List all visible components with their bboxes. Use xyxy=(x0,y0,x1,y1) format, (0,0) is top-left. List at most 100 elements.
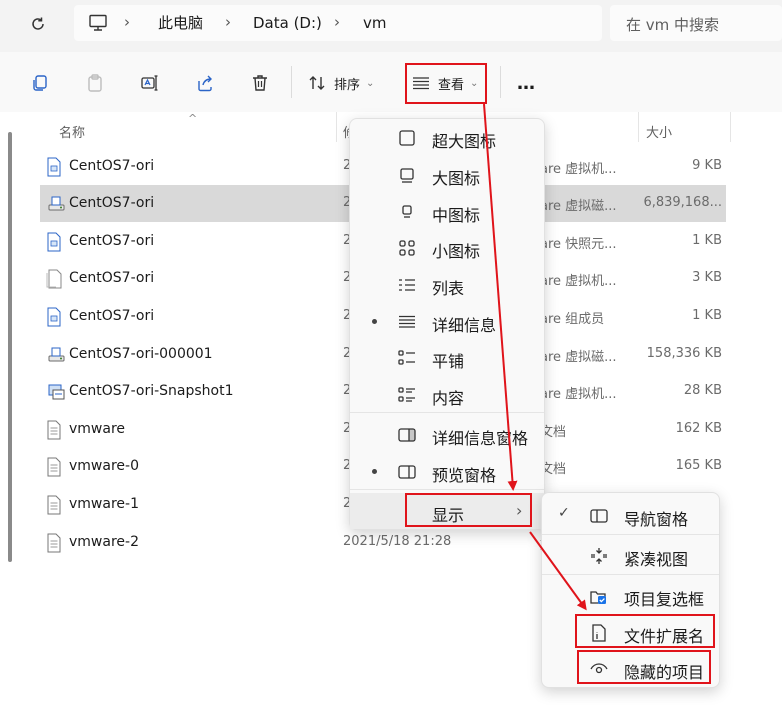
menu-item-label: 小图标 xyxy=(432,242,481,261)
selected-bullet-icon xyxy=(372,319,377,324)
file-name: CentOS7-ori xyxy=(69,158,155,174)
breadcrumb-data-drive[interactable]: Data (D:) xyxy=(253,14,322,32)
vmx-file-icon xyxy=(46,157,62,177)
view-menu-item-extra-large-icons[interactable]: 超大图标 xyxy=(350,119,544,155)
address-bar[interactable]: › 此电脑 › Data (D:) › vm xyxy=(74,5,602,41)
file-size: 1 KB xyxy=(692,233,722,248)
text-file-icon xyxy=(46,420,62,440)
view-menu-item-content[interactable]: 内容 xyxy=(350,376,544,412)
list-icon xyxy=(398,276,416,294)
selected-bullet-icon xyxy=(372,469,377,474)
sort-label: 排序 xyxy=(334,77,361,93)
rename-icon[interactable] xyxy=(139,72,161,94)
command-bar: 排序 ⌄ 查看 ⌄ … xyxy=(0,52,782,112)
file-type: are 虚拟机... xyxy=(540,162,617,177)
view-menu-item-large-icons[interactable]: 大图标 xyxy=(350,156,544,192)
vmdk-disk-icon xyxy=(46,345,65,364)
this-pc-icon[interactable] xyxy=(88,14,108,32)
file-size: 9 KB xyxy=(692,158,722,173)
file-name: CentOS7-ori xyxy=(69,195,155,211)
file-name: CentOS7-ori xyxy=(69,233,155,249)
vmteam-file-icon xyxy=(46,307,62,327)
copy-icon[interactable] xyxy=(29,72,51,94)
menu-separator xyxy=(542,534,719,535)
annotation-box-show xyxy=(405,493,532,527)
menu-item-label: 项目复选框 xyxy=(624,590,705,609)
delete-icon[interactable] xyxy=(249,72,271,94)
details-icon xyxy=(398,313,416,331)
breadcrumb-chevron-icon[interactable]: › xyxy=(124,13,130,31)
large-icons-icon xyxy=(398,166,416,184)
text-file-icon xyxy=(46,495,62,515)
breadcrumb-chevron-icon[interactable]: › xyxy=(225,13,231,31)
extra-large-icons-icon xyxy=(398,129,416,147)
menu-item-label: 详细信息窗格 xyxy=(432,429,529,448)
details-pane-icon xyxy=(398,426,416,444)
menu-item-label: 预览窗格 xyxy=(432,466,497,485)
checkmark-icon: ✓ xyxy=(558,505,570,521)
file-name: CentOS7-ori xyxy=(69,308,155,324)
file-type: are 虚拟机... xyxy=(540,274,617,289)
file-name: vmware xyxy=(69,421,126,437)
vmdk-disk-icon xyxy=(46,194,65,213)
file-type: are 快照元... xyxy=(540,237,617,252)
menu-item-label: 导航窗格 xyxy=(624,510,689,529)
toolbar-divider xyxy=(500,66,501,98)
column-divider[interactable] xyxy=(336,112,337,142)
file-type: are 虚拟机... xyxy=(540,387,617,402)
breadcrumb-this-pc[interactable]: 此电脑 xyxy=(158,14,203,32)
breadcrumb-chevron-icon[interactable]: › xyxy=(334,13,340,31)
navigation-pane-icon xyxy=(590,507,608,525)
vertical-scrollbar[interactable] xyxy=(8,132,12,562)
search-placeholder: 在 vm 中搜索 xyxy=(626,16,720,34)
vmxf-file-icon xyxy=(46,269,62,289)
search-box[interactable]: 在 vm 中搜索 xyxy=(610,5,782,41)
show-menu-item-navigation-pane[interactable]: ✓ 导航窗格 xyxy=(542,497,719,533)
file-type: are 虚拟磁... xyxy=(540,199,617,214)
annotation-box-file-extension xyxy=(575,614,715,648)
menu-separator xyxy=(350,412,544,413)
view-menu-item-medium-icons[interactable]: 中图标 xyxy=(350,193,544,229)
menu-item-label: 紧凑视图 xyxy=(624,550,689,569)
menu-item-label: 中图标 xyxy=(432,206,481,225)
column-divider[interactable] xyxy=(730,112,731,142)
menu-item-label: 大图标 xyxy=(432,169,481,188)
file-name: vmware-0 xyxy=(69,458,139,474)
view-menu-item-list[interactable]: 列表 xyxy=(350,266,544,302)
refresh-icon[interactable] xyxy=(28,14,48,34)
sort-button[interactable]: 排序 ⌄ xyxy=(308,71,374,95)
more-options-button[interactable]: … xyxy=(517,71,536,95)
file-date: 2021/5/18 21:28 xyxy=(343,534,452,549)
snapshot-file-icon xyxy=(46,382,65,401)
text-file-icon xyxy=(46,457,62,477)
column-header-size[interactable]: 大小 xyxy=(646,122,672,141)
column-divider[interactable] xyxy=(638,112,639,142)
share-icon[interactable] xyxy=(194,72,216,94)
paste-icon xyxy=(84,72,106,94)
view-menu-item-small-icons[interactable]: 小图标 xyxy=(350,229,544,265)
toolbar-divider xyxy=(291,66,292,98)
menu-separator xyxy=(542,574,719,575)
text-file-icon xyxy=(46,533,62,553)
vmsd-file-icon xyxy=(46,232,62,252)
menu-item-label: 超大图标 xyxy=(432,132,497,151)
preview-pane-icon xyxy=(398,463,416,481)
menu-item-label: 详细信息 xyxy=(432,316,497,335)
small-icons-icon xyxy=(398,239,416,257)
column-header-name[interactable]: 名称 xyxy=(59,122,85,141)
breadcrumb-vm[interactable]: vm xyxy=(363,14,387,32)
view-menu: 超大图标 大图标 中图标 小图标 列表 详细信息 平铺 内容 详细信息窗格 预览窗格 显示 › xyxy=(349,118,545,530)
view-menu-item-details[interactable]: 详细信息 xyxy=(350,303,544,339)
show-menu-item-item-checkbox[interactable]: 项目复选框 xyxy=(542,577,719,613)
file-size: 162 KB xyxy=(675,421,722,436)
show-menu-item-compact-view[interactable]: 紧凑视图 xyxy=(542,537,719,573)
sort-ascending-icon: ^ xyxy=(188,112,198,125)
content-icon xyxy=(398,386,416,404)
view-menu-item-details-pane[interactable]: 详细信息窗格 xyxy=(350,416,544,452)
file-name: vmware-2 xyxy=(69,534,139,550)
file-name: vmware-1 xyxy=(69,496,139,512)
tiles-icon xyxy=(398,349,416,367)
file-name: CentOS7-ori xyxy=(69,270,155,286)
view-menu-item-tiles[interactable]: 平铺 xyxy=(350,339,544,375)
view-menu-item-preview-pane[interactable]: 预览窗格 xyxy=(350,453,544,489)
